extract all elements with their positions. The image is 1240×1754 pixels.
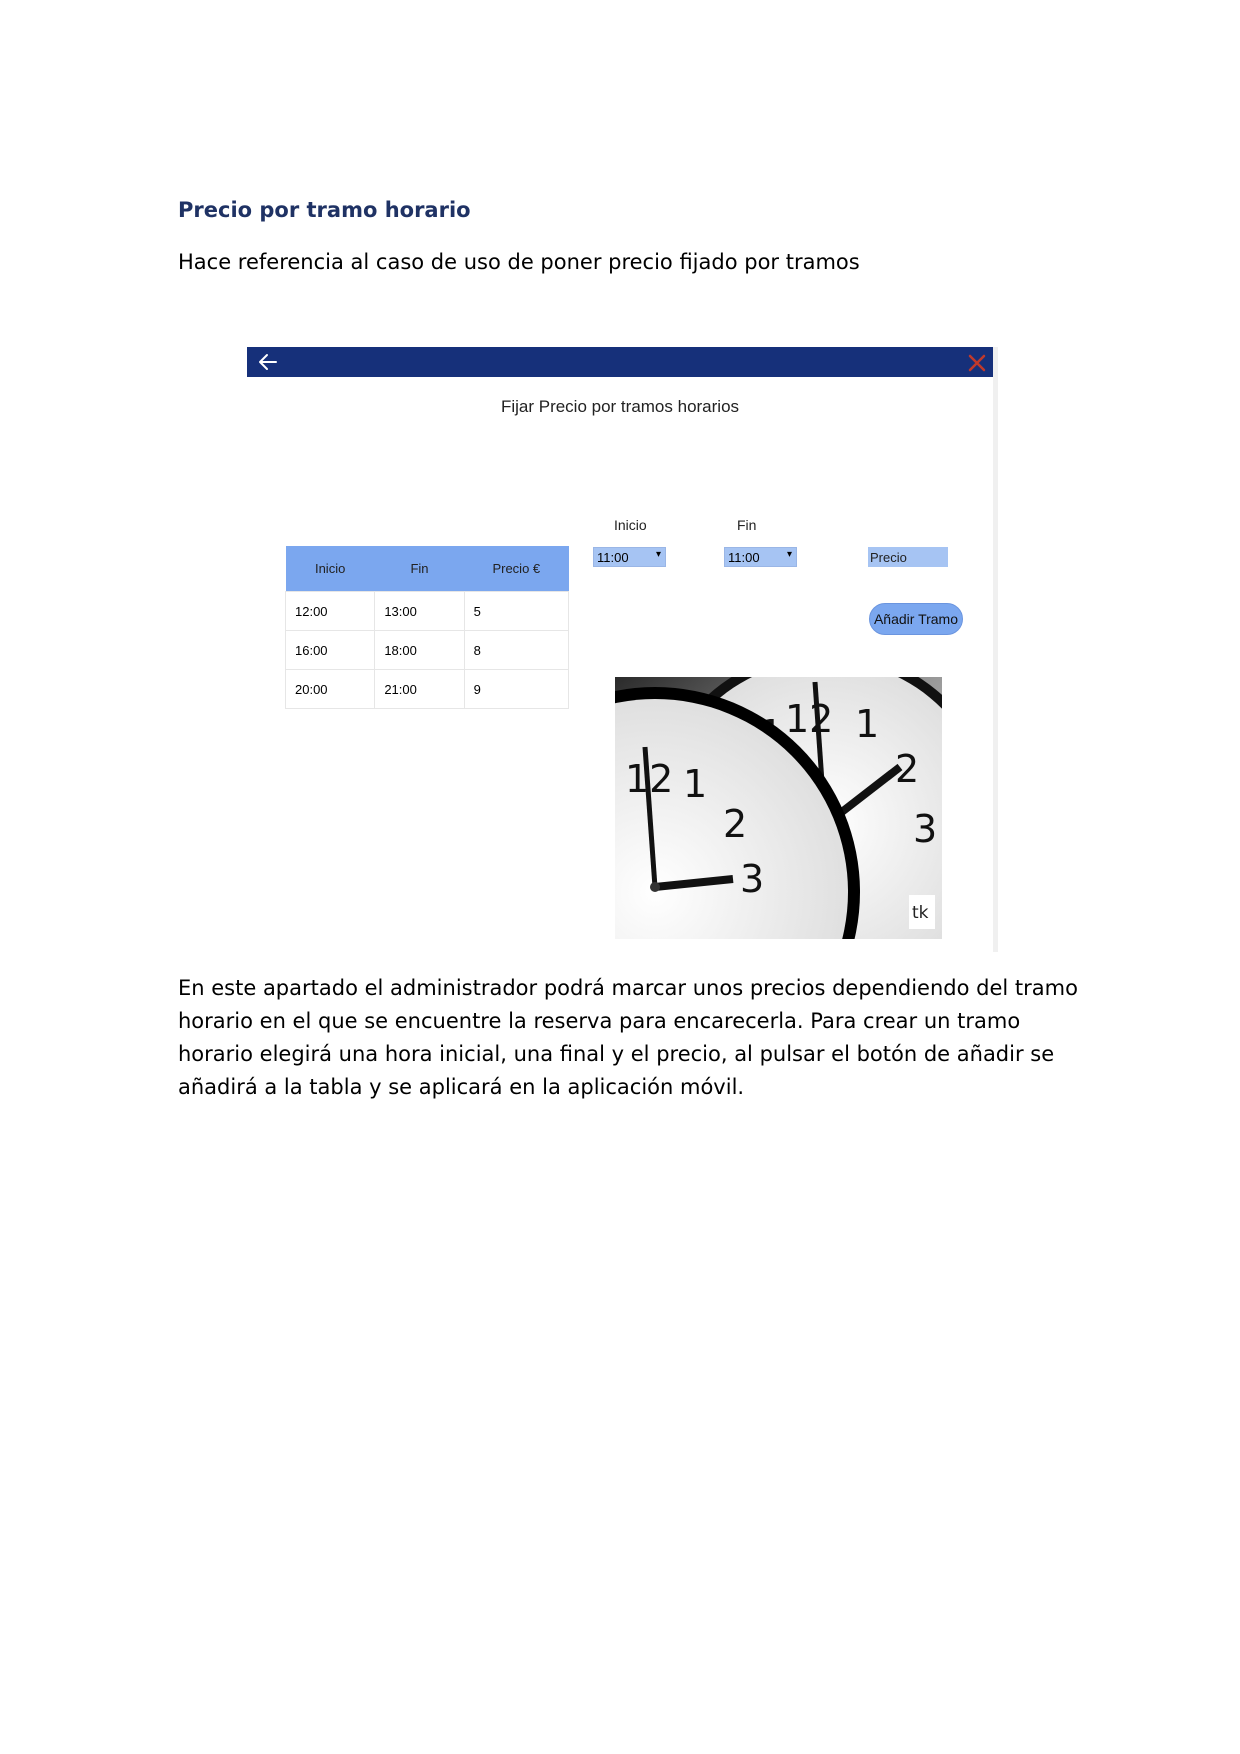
- close-icon[interactable]: [967, 353, 987, 373]
- fin-label: Fin: [737, 517, 757, 533]
- svg-text:12: 12: [785, 697, 833, 741]
- cell-precio: 5: [463, 591, 570, 631]
- cell-precio: 9: [463, 669, 570, 709]
- inicio-select[interactable]: 11:00 ▾: [593, 547, 666, 567]
- table-row: 12:00 13:00 5: [284, 591, 570, 631]
- column-header-inicio: Inicio: [285, 546, 375, 592]
- cell-precio: 8: [463, 630, 570, 670]
- svg-text:2: 2: [723, 802, 747, 846]
- svg-text:1: 1: [683, 762, 707, 806]
- cell-inicio: 16:00: [284, 630, 376, 670]
- svg-text:1: 1: [855, 702, 879, 746]
- watermark: tk: [912, 903, 929, 923]
- table-row: 16:00 18:00 8: [284, 630, 570, 670]
- inicio-select-value: 11:00: [597, 550, 629, 565]
- arrow-left-icon[interactable]: [257, 352, 279, 372]
- body-line: horario elegirá una hora inicial, una fi…: [178, 1042, 1055, 1066]
- tramos-table: Inicio Fin Precio € 12:00 13:00 5 16:00 …: [284, 546, 570, 709]
- svg-text:3: 3: [740, 857, 764, 901]
- body-line: horario en el que se encuentre la reserv…: [178, 1009, 1021, 1033]
- column-header-precio: Precio €: [464, 546, 569, 592]
- column-header-fin: Fin: [374, 546, 465, 592]
- price-input[interactable]: [868, 547, 948, 567]
- title-bar: [247, 347, 993, 377]
- cell-fin: 21:00: [374, 669, 465, 709]
- body-line: añadirá a la tabla y se aplicará en la a…: [178, 1075, 745, 1099]
- fin-select[interactable]: 11:00 ▾: [724, 547, 797, 567]
- clock-image: 12 11 1 2 3 12 1 2 3 tk: [615, 677, 942, 939]
- cell-fin: 13:00: [374, 591, 465, 631]
- cell-inicio: 20:00: [284, 669, 376, 709]
- app-screenshot: Fijar Precio por tramos horarios Inicio …: [247, 347, 998, 952]
- cell-fin: 18:00: [374, 630, 465, 670]
- doc-body: En este apartado el administrador podrá …: [178, 972, 1078, 1104]
- doc-intro: Hace referencia al caso de uso de poner …: [178, 250, 860, 274]
- page-title: Fijar Precio por tramos horarios: [500, 397, 740, 416]
- inicio-label: Inicio: [614, 517, 647, 533]
- svg-text:3: 3: [913, 807, 937, 851]
- table-row: 20:00 21:00 9: [284, 669, 570, 709]
- chevron-down-icon: ▾: [786, 549, 792, 560]
- table-header-row: Inicio Fin Precio €: [285, 546, 569, 592]
- chevron-down-icon: ▾: [655, 549, 661, 560]
- cell-inicio: 12:00: [284, 591, 376, 631]
- add-tramo-button[interactable]: Añadir Tramo: [869, 603, 963, 635]
- fin-select-value: 11:00: [728, 550, 760, 565]
- body-line: En este apartado el administrador podrá …: [178, 976, 1078, 1000]
- doc-heading: Precio por tramo horario: [178, 198, 471, 222]
